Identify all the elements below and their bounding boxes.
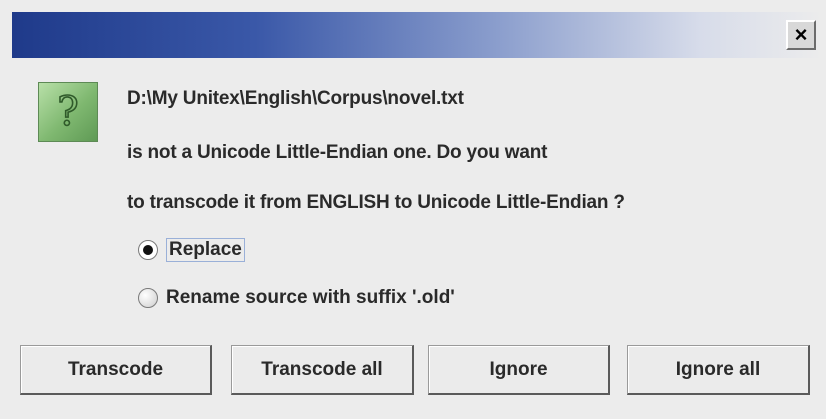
file-path-text: D:\My Unitex\English\Corpus\novel.txt xyxy=(127,88,464,109)
title-bar[interactable]: × xyxy=(12,12,822,58)
replace-radio[interactable] xyxy=(138,240,158,260)
close-button[interactable]: × xyxy=(786,20,816,50)
rename-label: Rename source with suffix '.old' xyxy=(166,287,455,308)
close-icon: × xyxy=(794,22,808,47)
message-line-3: to transcode it from ENGLISH to Unicode … xyxy=(127,192,625,213)
rename-radio[interactable] xyxy=(138,288,158,308)
ignore-all-button[interactable]: Ignore all xyxy=(627,345,810,395)
transcode-all-button[interactable]: Transcode all xyxy=(231,345,414,395)
question-icon: ? xyxy=(38,82,98,142)
transcode-button[interactable]: Transcode xyxy=(20,345,212,395)
question-mark-glyph: ? xyxy=(57,89,78,135)
transcode-dialog: × ? D:\My Unitex\English\Corpus\novel.tx… xyxy=(0,0,826,419)
radio-selected-dot xyxy=(143,245,153,255)
rename-option[interactable]: Rename source with suffix '.old' xyxy=(138,287,455,309)
replace-label: Replace xyxy=(166,238,245,262)
message-line-2: is not a Unicode Little-Endian one. Do y… xyxy=(127,142,548,163)
ignore-button[interactable]: Ignore xyxy=(428,345,610,395)
replace-option[interactable]: Replace xyxy=(138,238,245,262)
